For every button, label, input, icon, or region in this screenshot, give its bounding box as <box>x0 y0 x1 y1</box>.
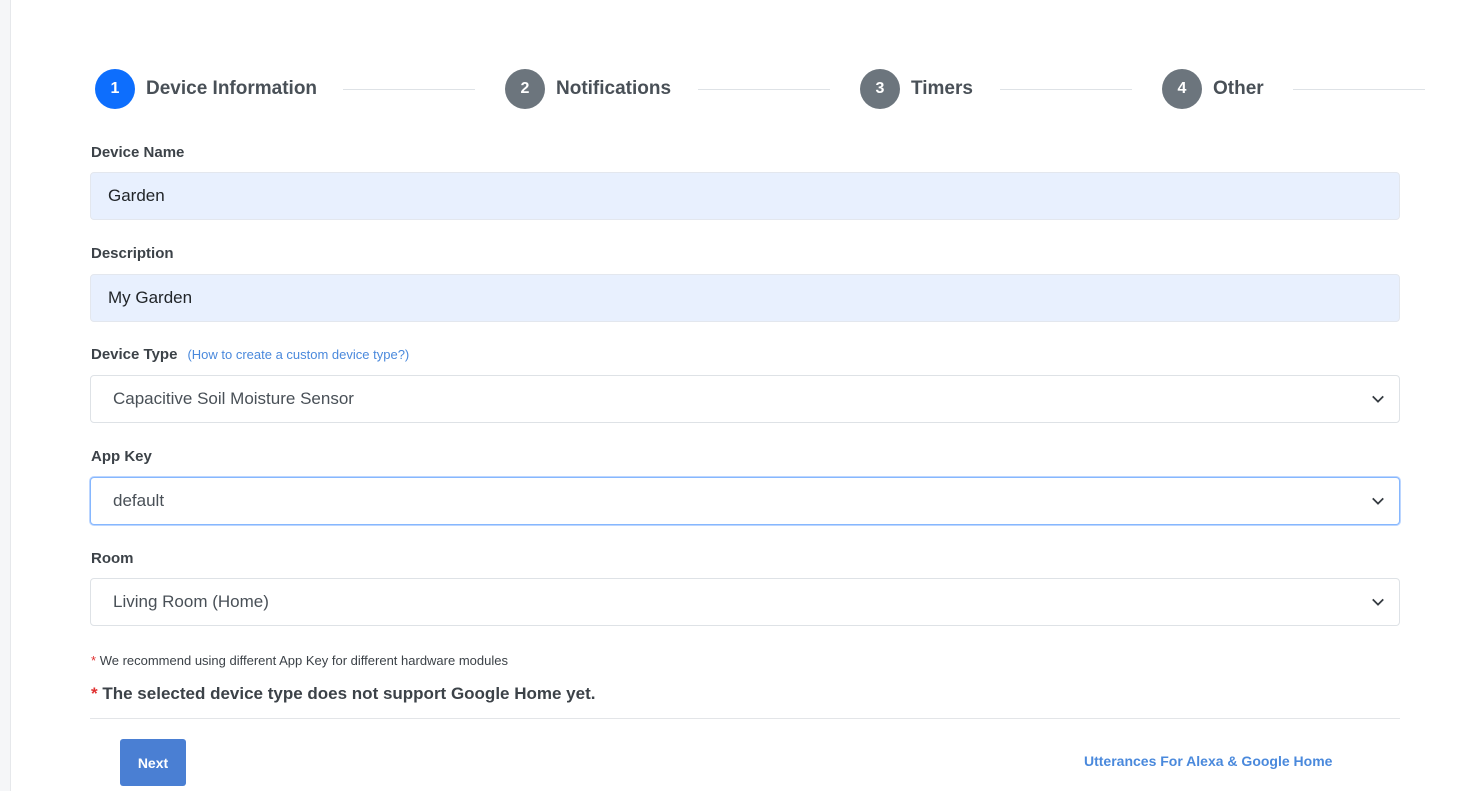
utterances-link[interactable]: Utterances For Alexa & Google Home <box>1084 753 1332 769</box>
wizard-stepper: 1 Device Information 2 Notifications 3 T… <box>95 69 1425 109</box>
step-connector <box>343 89 475 90</box>
next-button[interactable]: Next <box>120 739 186 786</box>
step-timers[interactable]: 3 Timers <box>860 69 973 109</box>
step-number: 1 <box>95 69 135 109</box>
device-type-select[interactable]: Capacitive Soil Moisture Sensor <box>90 375 1400 423</box>
step-device-information[interactable]: 1 Device Information <box>95 69 317 109</box>
left-sidebar-edge <box>0 0 11 791</box>
device-type-selected-value: Capacitive Soil Moisture Sensor <box>113 389 354 408</box>
step-label: Timers <box>911 78 973 99</box>
chevron-down-icon <box>1372 395 1384 403</box>
step-connector <box>1293 89 1425 90</box>
description-input[interactable]: My Garden <box>90 274 1400 322</box>
step-number: 2 <box>505 69 545 109</box>
device-name-label: Device Name <box>91 144 185 161</box>
required-star: * <box>91 653 97 668</box>
app-key-selected-value: default <box>113 491 165 510</box>
room-selected-value: Living Room (Home) <box>113 592 269 611</box>
required-star: * <box>91 684 98 703</box>
step-label: Notifications <box>556 78 672 99</box>
room-label: Room <box>91 550 134 567</box>
device-type-label-text: Device Type <box>91 346 178 363</box>
step-label: Other <box>1213 78 1264 99</box>
description-label: Description <box>91 245 174 262</box>
app-key-note-text: We recommend using different App Key for… <box>99 653 508 668</box>
google-home-note: * The selected device type does not supp… <box>91 684 595 704</box>
chevron-down-icon <box>1372 598 1384 606</box>
app-key-note: * We recommend using different App Key f… <box>91 653 508 668</box>
custom-device-type-help-link[interactable]: (How to create a custom device type?) <box>187 347 409 362</box>
app-key-label: App Key <box>91 448 152 465</box>
step-connector <box>698 89 830 90</box>
chevron-down-icon <box>1372 497 1384 505</box>
device-name-input[interactable]: Garden <box>90 172 1400 220</box>
footer-divider <box>90 718 1400 719</box>
step-label: Device Information <box>146 78 318 99</box>
step-other[interactable]: 4 Other <box>1162 69 1264 109</box>
app-key-select[interactable]: default <box>90 477 1400 525</box>
step-number: 4 <box>1162 69 1202 109</box>
device-type-label: Device Type (How to create a custom devic… <box>91 346 409 363</box>
step-connector <box>1000 89 1132 90</box>
room-select[interactable]: Living Room (Home) <box>90 578 1400 626</box>
google-home-note-text: The selected device type does not suppor… <box>102 684 596 703</box>
step-notifications[interactable]: 2 Notifications <box>505 69 671 109</box>
step-number: 3 <box>860 69 900 109</box>
